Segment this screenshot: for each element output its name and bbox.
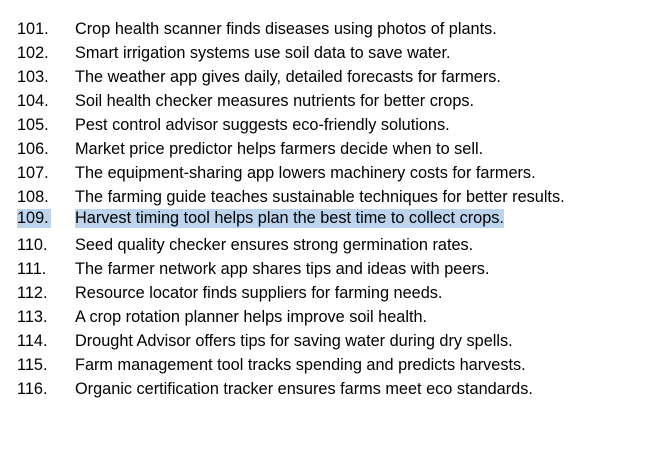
item-number: 110. (17, 236, 48, 254)
list-item[interactable]: 101. Crop health scanner finds diseases u… (0, 17, 661, 41)
item-number: 113. (17, 308, 48, 326)
item-number: 114. (17, 332, 48, 350)
list-item[interactable]: 103. The weather app gives daily, detaile… (0, 65, 661, 89)
list-item[interactable]: 115. Farm management tool tracks spending… (0, 353, 661, 377)
item-number: 105. (17, 116, 49, 134)
item-text: Soil health checker measures nutrients f… (75, 92, 475, 110)
selected-text: Harvest timing tool helps plan the best … (75, 209, 504, 228)
item-number: 103. (17, 68, 49, 86)
item-text: The equipment-sharing app lowers machine… (75, 164, 536, 182)
item-number: 106. (17, 140, 49, 158)
item-number: 102. (17, 44, 49, 62)
item-text: The weather app gives daily, detailed fo… (75, 68, 501, 86)
item-number: 115. (17, 356, 48, 374)
item-number: 116. (17, 380, 48, 398)
item-text: A crop rotation planner helps improve so… (75, 308, 428, 326)
item-text: The farmer network app shares tips and i… (75, 260, 490, 278)
item-number: 101. (17, 20, 49, 38)
list-item[interactable]: 112. Resource locator finds suppliers for… (0, 281, 661, 305)
list-item[interactable]: 110. Seed quality checker ensures strong … (0, 233, 661, 257)
selected-list-item[interactable]: 109. Harvest timing tool helps plan the b… (0, 209, 661, 233)
list-item[interactable]: 105. Pest control advisor suggests eco-fr… (0, 113, 661, 137)
item-text: Resource locator finds suppliers for far… (75, 284, 443, 302)
document-body[interactable]: 101. Crop health scanner finds diseases u… (0, 17, 661, 401)
list-item[interactable]: 108. The farming guide teaches sustainabl… (0, 185, 661, 209)
list-item[interactable]: 107. The equipment-sharing app lowers mac… (0, 161, 661, 185)
item-text: Farm management tool tracks spending and… (75, 356, 526, 374)
item-text: Drought Advisor offers tips for saving w… (75, 332, 513, 350)
item-text: Market price predictor helps farmers dec… (75, 140, 484, 158)
item-number: 112. (17, 284, 48, 302)
list-item[interactable]: 113. A crop rotation planner helps improv… (0, 305, 661, 329)
item-number: 104. (17, 92, 49, 110)
list-item[interactable]: 106. Market price predictor helps farmers… (0, 137, 661, 161)
item-text: Smart irrigation systems use soil data t… (75, 44, 451, 62)
item-text: Organic certification tracker ensures fa… (75, 380, 533, 398)
item-number: 107. (17, 164, 49, 182)
item-text: The farming guide teaches sustainable te… (75, 188, 565, 206)
numbered-list: 101. Crop health scanner finds diseases u… (0, 17, 661, 401)
item-text: Pest control advisor suggests eco-friend… (75, 116, 450, 134)
item-number: 108. (17, 188, 49, 206)
item-number: 109. (17, 209, 51, 228)
item-text: Crop health scanner finds diseases using… (75, 20, 497, 38)
list-item[interactable]: 104. Soil health checker measures nutrien… (0, 89, 661, 113)
list-item[interactable]: 116. Organic certification tracker ensure… (0, 377, 661, 401)
item-text: Seed quality checker ensures strong germ… (75, 236, 474, 254)
item-number: 111. (17, 260, 47, 278)
list-item[interactable]: 114. Drought Advisor offers tips for savi… (0, 329, 661, 353)
list-item[interactable]: 111. The farmer network app shares tips a… (0, 257, 661, 281)
list-item[interactable]: 102. Smart irrigation systems use soil da… (0, 41, 661, 65)
